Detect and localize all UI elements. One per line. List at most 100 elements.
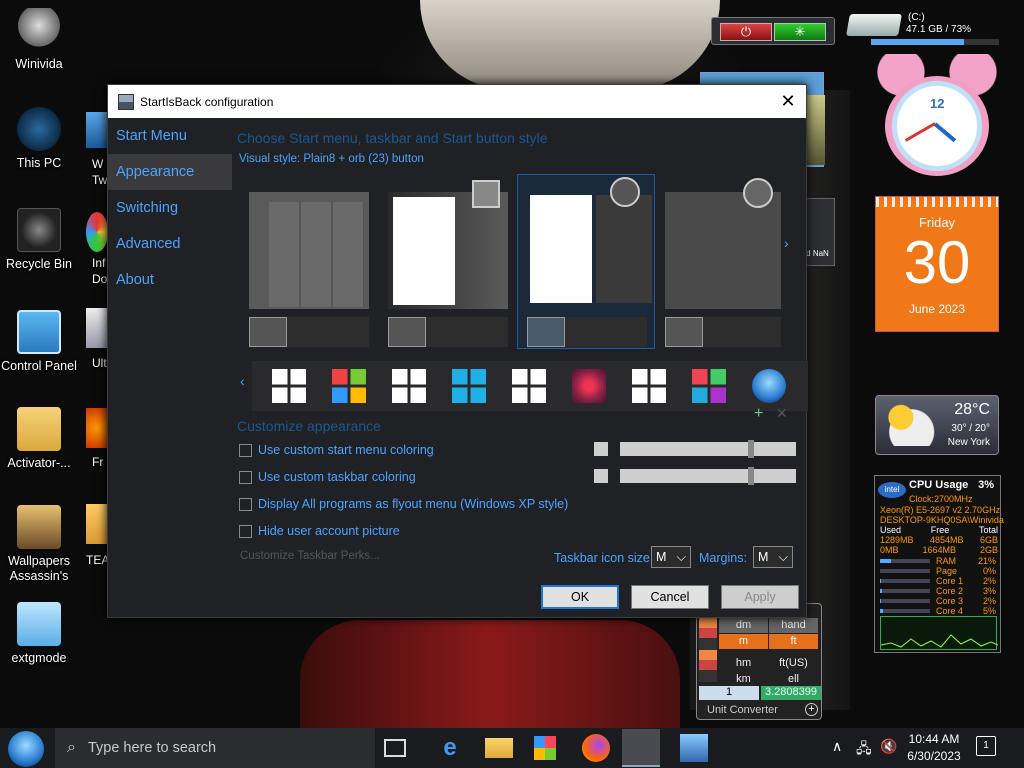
orb-windows-7[interactable] <box>752 369 786 403</box>
ok-button[interactable]: OK <box>541 585 619 609</box>
option-custom-start-color[interactable]: Use custom start menu coloring <box>239 443 434 457</box>
customize-perks-link[interactable]: Customize Taskbar Perks... <box>240 550 380 562</box>
cpu-model: Xeon(R) E5-2697 v2 2.70GHz <box>880 505 1001 515</box>
partial-icon[interactable] <box>86 112 108 148</box>
desktop-icon-recycle-bin[interactable]: Recycle Bin <box>0 208 78 272</box>
cpu-meter-label: Core 4 <box>936 606 964 616</box>
taskbar-preview-2[interactable] <box>388 317 508 347</box>
clock-numeral: 12 <box>930 96 945 111</box>
option-xp-flyout[interactable]: Display All programs as flyout menu (Win… <box>239 497 568 511</box>
volume-muted-icon[interactable]: 🔇 <box>880 738 897 755</box>
desktop-icon-extgmode[interactable]: extgmode <box>0 602 78 666</box>
taskbar-preview-4[interactable] <box>665 317 781 347</box>
orb-windows-color[interactable] <box>332 369 366 403</box>
option-hide-user-picture[interactable]: Hide user account picture <box>239 524 400 538</box>
desktop-icon-control-panel[interactable]: Control Panel <box>0 310 78 374</box>
orb-windows-white[interactable] <box>272 369 306 403</box>
checkbox[interactable] <box>239 470 252 484</box>
unit-cell[interactable]: ft(US) <box>769 656 818 671</box>
partial-icon[interactable] <box>86 504 108 544</box>
control-panel-taskbar-icon[interactable] <box>680 734 708 762</box>
orb-windows-white-3[interactable] <box>512 369 546 403</box>
unit-cell[interactable]: m <box>719 634 768 649</box>
network-icon[interactable]: 🖧 <box>856 738 872 762</box>
orb-windows-blue[interactable] <box>452 369 486 403</box>
unit-cell[interactable]: ell <box>769 672 818 687</box>
desktop-icon-label: Wallpapers Assassin's <box>7 554 71 583</box>
clock-gadget: 12 <box>877 54 997 176</box>
thumbnails-next-icon[interactable]: › <box>784 235 789 251</box>
cpu-meter-fill <box>880 599 881 603</box>
cpu-meter-label: Page <box>936 566 958 576</box>
task-view-icon[interactable] <box>384 739 406 757</box>
nav-switching[interactable]: Switching <box>108 190 232 226</box>
style-thumbnail-4[interactable] <box>665 178 781 309</box>
visual-style-value: Plain8 + orb (23) button <box>303 153 424 165</box>
uc-input-field[interactable]: 1 <box>699 686 759 700</box>
cpu-meter-bar <box>880 599 930 603</box>
uc-add-icon[interactable]: + <box>805 703 818 716</box>
firefox-icon[interactable] <box>582 734 610 762</box>
option-custom-taskbar-color[interactable]: Use custom taskbar coloring <box>239 470 416 484</box>
restart-button[interactable]: ✳ <box>774 23 826 41</box>
checkbox[interactable] <box>239 497 252 511</box>
checkbox[interactable] <box>239 443 252 457</box>
add-icon[interactable]: + <box>754 405 763 423</box>
notification-icon[interactable]: 1 <box>976 736 996 756</box>
taskbar-preview-3[interactable] <box>527 317 647 347</box>
show-hidden-icons[interactable]: ∧ <box>832 738 842 755</box>
startisback-taskbar-icon[interactable] <box>622 729 660 767</box>
cpu-meters: RAM 21% Page 0% Core 1 2% Core 2 3% Core 3 2% Core… <box>880 556 998 616</box>
color-swatch-2[interactable] <box>594 469 608 483</box>
taskbar: ⌕ Type here to search e ∧ 🖧 🔇 10:44 AM 6… <box>0 728 1024 768</box>
taskbar-preview-1[interactable] <box>249 317 369 347</box>
apply-button[interactable]: Apply <box>721 585 799 609</box>
margins-select[interactable]: M ⌵ <box>753 546 793 568</box>
desktop-icon-wallpapers[interactable]: Wallpapers Assassin's <box>0 505 78 584</box>
remove-icon[interactable]: ✕ <box>776 405 788 422</box>
unit-cell[interactable]: km <box>719 672 768 687</box>
orb-windows-white-4[interactable] <box>632 369 666 403</box>
close-icon[interactable]: ✕ <box>778 91 798 111</box>
checkbox[interactable] <box>239 524 252 538</box>
cancel-button[interactable]: Cancel <box>631 585 709 609</box>
calendar-month-year: June 2023 <box>908 302 966 316</box>
taskbar-date[interactable]: 6/30/2023 <box>906 749 962 763</box>
orbs-prev-icon[interactable]: ‹ <box>240 373 245 389</box>
unit-cell[interactable]: ft <box>769 634 818 649</box>
partial-icon[interactable] <box>86 212 108 252</box>
drive-gadget: (C:) 47.1 GB / 73% <box>846 10 1002 48</box>
style-thumbnail-2[interactable] <box>388 180 508 309</box>
nav-start-menu[interactable]: Start Menu <box>108 118 232 154</box>
file-explorer-icon[interactable] <box>485 738 513 758</box>
desktop-icon-winivida[interactable]: Winivida <box>0 8 78 72</box>
start-orb-icon[interactable] <box>8 731 44 767</box>
nav-about[interactable]: About <box>108 262 232 298</box>
orb-windows-white-2[interactable] <box>392 369 426 403</box>
unit-cell[interactable]: hand <box>769 618 818 633</box>
orb-windows-purple[interactable] <box>572 369 606 403</box>
store-icon[interactable] <box>534 736 556 760</box>
taskbar-color-slider[interactable] <box>620 467 796 485</box>
color-swatch-1[interactable] <box>594 442 608 456</box>
unit-cell[interactable]: hm <box>719 656 768 671</box>
taskbar-time[interactable]: 10:44 AM <box>908 732 960 746</box>
style-thumbnail-1[interactable] <box>249 192 369 309</box>
partial-icon[interactable] <box>86 408 108 448</box>
visual-style-line: Visual style: Plain8 + orb (23) button <box>239 153 424 165</box>
orb-windows-mosaic[interactable] <box>692 369 726 403</box>
nav-appearance[interactable]: Appearance <box>108 154 232 190</box>
nav-advanced[interactable]: Advanced <box>108 226 232 262</box>
intel-logo-icon: intel <box>878 482 906 498</box>
cpu-host: DESKTOP-9KHQ0SA\Winivida <box>880 515 1004 525</box>
start-color-slider[interactable] <box>620 440 796 458</box>
start-orb-picker <box>252 361 808 411</box>
unit-cell[interactable]: dm <box>719 618 768 633</box>
shutdown-button[interactable]: ⏻ <box>720 23 772 41</box>
desktop-icon-this-pc[interactable]: This PC <box>0 107 78 171</box>
desktop-icon-activator[interactable]: Activator-... <box>0 407 78 471</box>
icon-size-select[interactable]: M ⌵ <box>651 546 691 568</box>
partial-icon[interactable] <box>86 308 108 348</box>
taskbar-search[interactable]: ⌕ Type here to search <box>55 728 375 768</box>
edge-icon[interactable]: e <box>436 734 464 762</box>
